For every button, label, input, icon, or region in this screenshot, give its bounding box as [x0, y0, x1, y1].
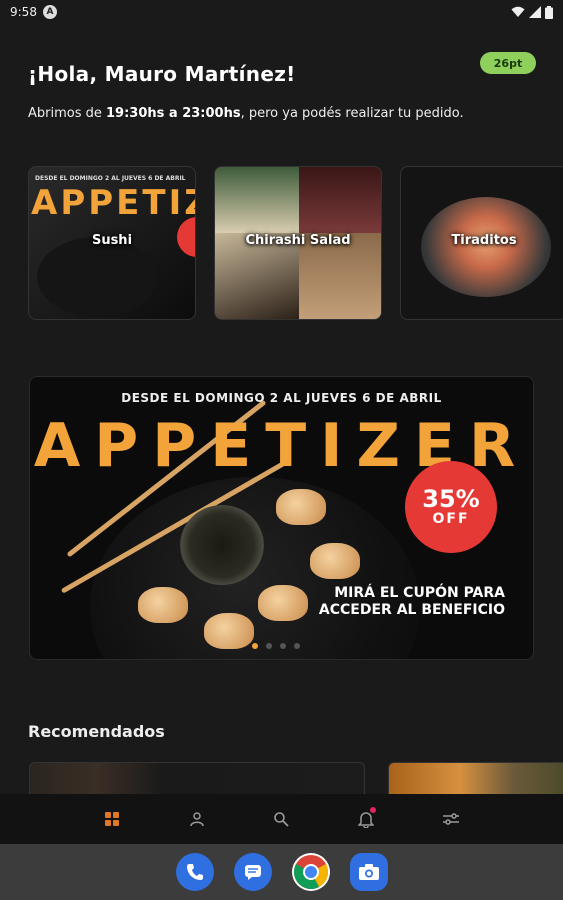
phone-app[interactable]: [175, 853, 214, 891]
discount-word: OFF: [432, 511, 470, 527]
category-promo-line: DESDE EL DOMINGO 2 AL JUEVES 6 DE ABRIL: [35, 175, 186, 182]
discount-percent: 35%: [422, 485, 480, 513]
dumpling: [276, 489, 326, 525]
nav-search[interactable]: [263, 801, 299, 837]
nav-profile[interactable]: [179, 801, 215, 837]
recommended-card[interactable]: [388, 762, 563, 798]
greeting-title: ¡Hola, Mauro Martínez!: [28, 62, 296, 86]
banner-cta-text: MIRÁ EL CUPÓN PARA ACCEDER AL BENEFICIO: [318, 585, 505, 618]
carousel-dot[interactable]: [294, 643, 300, 649]
bottom-navigation: [0, 794, 563, 844]
dumpling: [138, 587, 188, 623]
opening-hours-text: Abrimos de 19:30hs a 23:00hs, pero ya po…: [28, 106, 464, 121]
nav-home[interactable]: [94, 801, 130, 837]
app-notification-icon: A: [42, 5, 57, 19]
points-badge[interactable]: 26pt: [480, 52, 536, 74]
filters-icon: [442, 813, 459, 825]
camera-app[interactable]: [349, 853, 388, 891]
carousel-dot[interactable]: [280, 643, 286, 649]
category-label: Sushi: [91, 233, 133, 248]
dumpling: [204, 613, 254, 649]
recommended-section-title: Recomendados: [28, 722, 165, 741]
carousel-dot-active[interactable]: [252, 643, 258, 649]
category-card-chirashi-salad[interactable]: Chirashi Salad: [214, 166, 382, 320]
category-label: Tiraditos: [451, 233, 517, 248]
wifi-icon: [511, 6, 525, 17]
category-image: [299, 167, 381, 233]
discount-badge: 35% OFF: [405, 461, 497, 553]
status-time: 9:58: [10, 5, 37, 19]
banner-date-line: DESDE EL DOMINGO 2 AL JUEVES 6 DE ABRIL: [121, 391, 442, 405]
phone-icon: [186, 864, 203, 880]
hours-prefix: Abrimos de: [28, 106, 107, 121]
carousel-indicator: [252, 643, 300, 649]
notification-badge: [370, 807, 377, 813]
category-image: [215, 167, 299, 233]
category-carousel: DESDE EL DOMINGO 2 AL JUEVES 6 DE ABRIL …: [28, 166, 563, 320]
hours-range: 19:30hs a 23:00hs: [106, 106, 241, 121]
status-bar: 9:58 A: [0, 0, 563, 24]
user-icon: [190, 812, 204, 827]
recommended-card[interactable]: [29, 762, 365, 798]
chrome-app[interactable]: [291, 853, 330, 891]
messages-app[interactable]: [233, 853, 272, 891]
category-card-tiraditos[interactable]: Tiraditos: [400, 166, 563, 320]
search-icon: [274, 812, 290, 827]
chrome-icon: [293, 855, 328, 889]
hours-suffix: , pero ya podés realizar tu pedido.: [240, 106, 464, 121]
promo-banner[interactable]: DESDE EL DOMINGO 2 AL JUEVES 6 DE ABRIL …: [29, 376, 534, 660]
category-promo-word: APPETIZER: [31, 183, 195, 223]
sauce-bowl: [180, 505, 264, 585]
dumpling: [310, 543, 360, 579]
category-label: Chirashi Salad: [245, 233, 351, 248]
battery-icon: [545, 5, 553, 19]
category-card-sushi[interactable]: DESDE EL DOMINGO 2 AL JUEVES 6 DE ABRIL …: [28, 166, 196, 320]
carousel-dot[interactable]: [266, 643, 272, 649]
dumpling: [258, 585, 308, 621]
grid-icon: [105, 812, 120, 826]
nav-notifications[interactable]: [348, 801, 384, 837]
signal-icon: [529, 6, 541, 18]
camera-icon: [358, 864, 379, 880]
system-dock: [0, 844, 563, 900]
category-image: [37, 237, 157, 317]
messages-icon: [244, 865, 261, 880]
nav-filters[interactable]: [433, 801, 469, 837]
